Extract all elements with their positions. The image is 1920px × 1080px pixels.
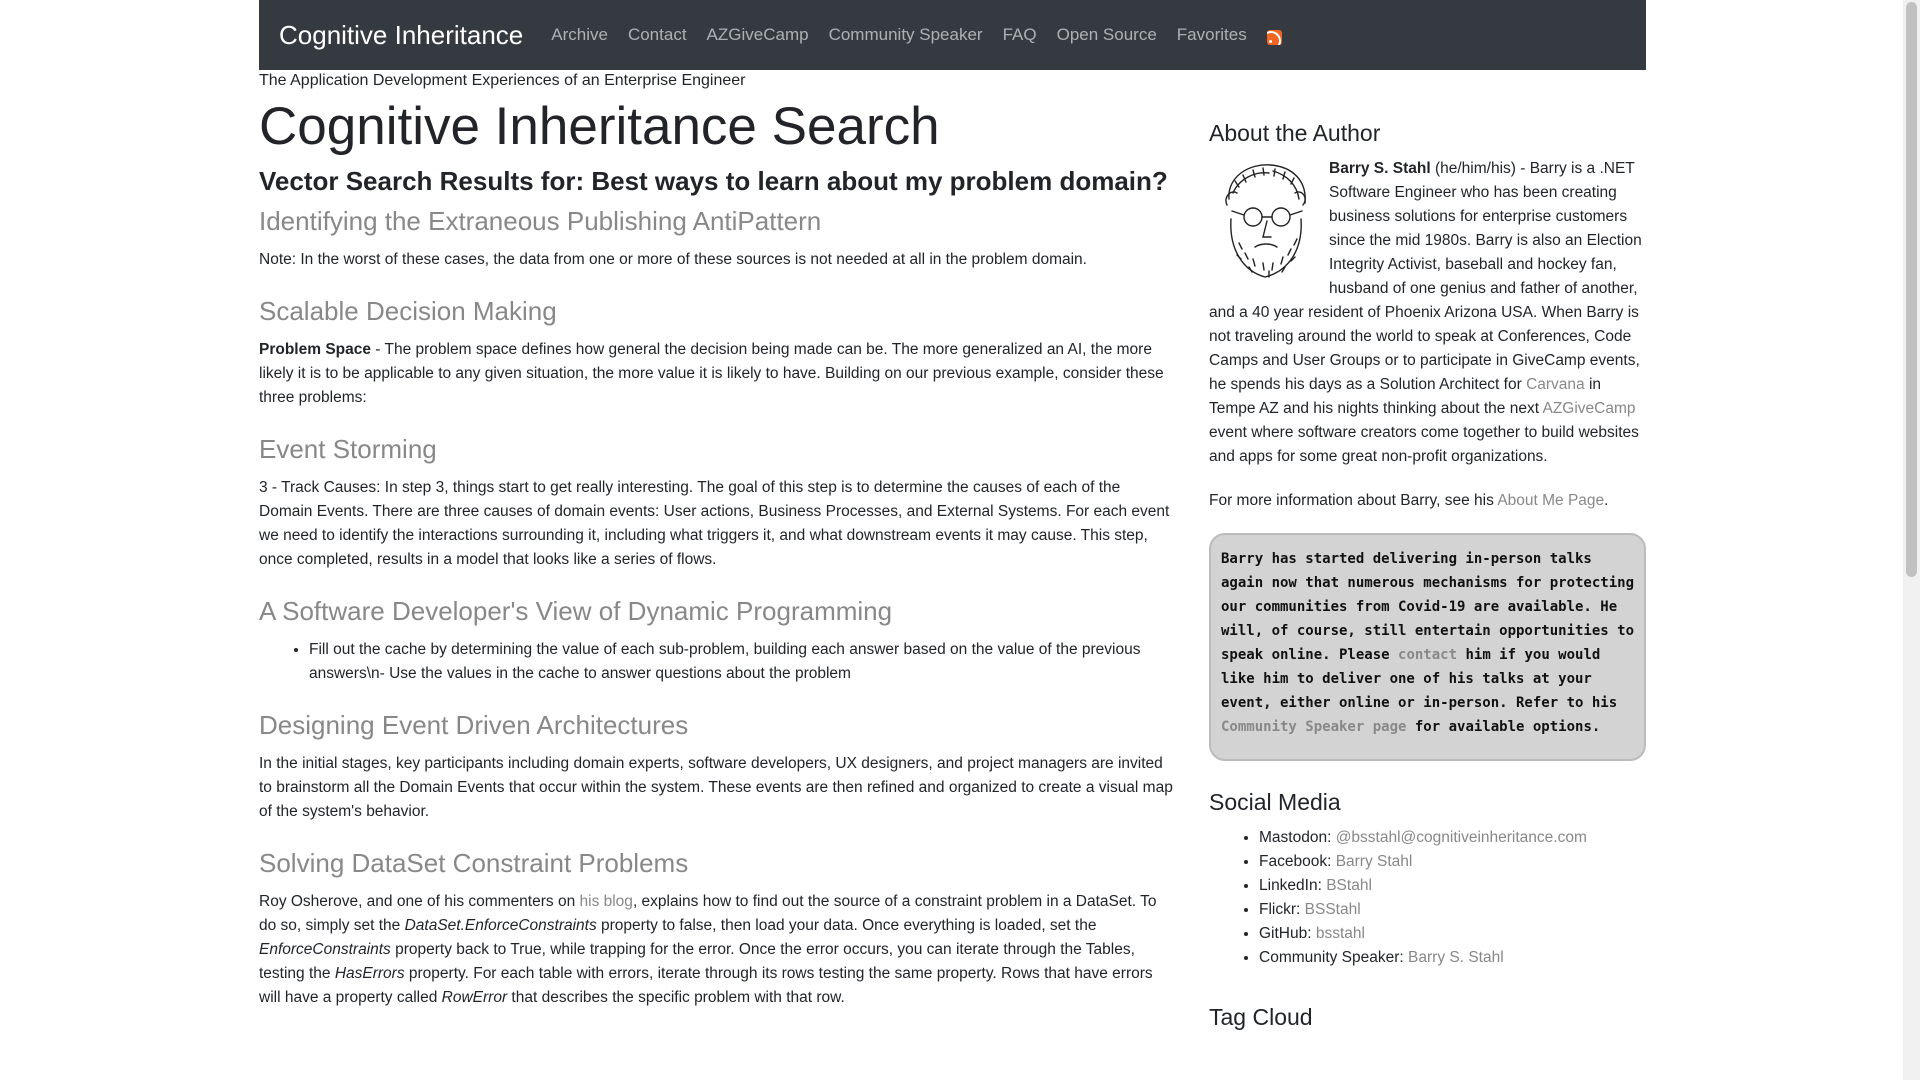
sidebar: About the Author Barry S. Stahl (he/him/… xyxy=(1209,118,1646,1041)
result-excerpt: 3 - Track Causes: In step 3, things star… xyxy=(259,479,1170,568)
result-excerpt: In the initial stages, key participants … xyxy=(259,755,1173,820)
page-title: Cognitive Inheritance Search xyxy=(259,97,940,156)
result-title-link[interactable]: Scalable Decision Making xyxy=(259,296,557,326)
site-tagline: The Application Development Experiences … xyxy=(259,72,746,89)
author-avatar xyxy=(1225,164,1306,278)
author-bio: Barry S. Stahl (he/him/his) - Barry is a… xyxy=(1209,160,1642,465)
about-heading: About the Author xyxy=(1209,120,1381,146)
result-title-link[interactable]: Identifying the Extraneous Publishing An… xyxy=(259,206,821,236)
search-result: Event Storming 3 - Track Causes: In step… xyxy=(259,432,1174,572)
search-result: Designing Event Driven Architectures In … xyxy=(259,708,1174,824)
result-excerpt: Note: In the worst of these cases, the d… xyxy=(259,251,1087,268)
social-community-speaker: Community Speaker: Barry S. Stahl xyxy=(1259,946,1646,970)
site-brand-link[interactable]: Cognitive Inheritance xyxy=(279,20,523,51)
nav-contact[interactable]: Contact xyxy=(628,25,687,45)
mastodon-link[interactable]: @bsstahl@cognitiveinheritance.com xyxy=(1336,829,1587,846)
flickr-link[interactable]: BSStahl xyxy=(1305,901,1361,918)
nav-faq[interactable]: FAQ xyxy=(1003,25,1037,45)
nav-favorites[interactable]: Favorites xyxy=(1177,25,1247,45)
social-heading: Social Media xyxy=(1209,789,1341,815)
search-result: Identifying the Extraneous Publishing An… xyxy=(259,204,1174,272)
about-more-text: For more information about Barry, see hi… xyxy=(1209,492,1609,509)
nav-open-source[interactable]: Open Source xyxy=(1057,25,1157,45)
result-title-link[interactable]: Solving DataSet Constraint Problems xyxy=(259,848,688,878)
result-excerpt: Problem Space - The problem space define… xyxy=(259,341,1164,406)
github-link[interactable]: bsstahl xyxy=(1316,925,1365,942)
nav-azgivecamp[interactable]: AZGiveCamp xyxy=(707,25,809,45)
result-title-link[interactable]: Event Storming xyxy=(259,434,437,464)
search-result: A Software Developer's View of Dynamic P… xyxy=(259,594,1174,686)
search-result: Scalable Decision Making Problem Space -… xyxy=(259,294,1174,410)
social-media-section: Social Media Mastodon: @bsstahl@cognitiv… xyxy=(1209,787,1646,970)
social-flickr: Flickr: BSStahl xyxy=(1259,898,1646,922)
tag-cloud-heading: Tag Cloud xyxy=(1209,1004,1313,1030)
page-container: Cognitive Inheritance Archive Contact AZ… xyxy=(259,0,1646,1030)
community-speaker-link[interactable]: Community Speaker page xyxy=(1221,719,1406,735)
nav-community-speaker[interactable]: Community Speaker xyxy=(829,25,983,45)
rss-icon[interactable] xyxy=(1266,29,1282,45)
result-title-link[interactable]: Designing Event Driven Architectures xyxy=(259,710,688,740)
main-content: Cognitive Inheritance Search Vector Sear… xyxy=(259,96,1174,1032)
scrollbar-thumb[interactable] xyxy=(1906,2,1917,577)
about-me-link[interactable]: About Me Page xyxy=(1497,492,1604,509)
result-excerpt-list: Fill out the cache by determining the va… xyxy=(309,638,1174,686)
list-item: Fill out the cache by determining the va… xyxy=(309,638,1174,686)
speaking-callout: Barry has started delivering in-person t… xyxy=(1209,533,1646,761)
facebook-link[interactable]: Barry Stahl xyxy=(1336,853,1413,870)
social-mastodon: Mastodon: @bsstahl@cognitiveinheritance.… xyxy=(1259,826,1646,850)
author-name: Barry S. Stahl xyxy=(1329,160,1431,177)
community-speaker-profile-link[interactable]: Barry S. Stahl xyxy=(1408,949,1504,966)
carvana-link[interactable]: Carvana xyxy=(1526,376,1585,393)
tag-cloud-section: Tag Cloud xyxy=(1209,1002,1646,1032)
linkedin-link[interactable]: BStahl xyxy=(1326,877,1372,894)
social-list: Mastodon: @bsstahl@cognitiveinheritance.… xyxy=(1259,826,1646,970)
excerpt-bold: Problem Space xyxy=(259,341,371,358)
search-result: Solving DataSet Constraint Problems Roy … xyxy=(259,846,1174,1010)
top-navbar: Cognitive Inheritance Archive Contact AZ… xyxy=(259,0,1646,70)
result-excerpt: Roy Osherove, and one of his commenters … xyxy=(259,893,1157,1006)
social-github: GitHub: bsstahl xyxy=(1259,922,1646,946)
result-title-link[interactable]: A Software Developer's View of Dynamic P… xyxy=(259,596,892,626)
nav-archive[interactable]: Archive xyxy=(551,25,608,45)
contact-link[interactable]: contact xyxy=(1398,647,1457,663)
page-scrollbar[interactable] xyxy=(1903,0,1920,1080)
his-blog-link[interactable]: his blog xyxy=(580,893,633,910)
results-heading: Vector Search Results for: Best ways to … xyxy=(259,166,1168,196)
social-facebook: Facebook: Barry Stahl xyxy=(1259,850,1646,874)
social-linkedin: LinkedIn: BStahl xyxy=(1259,874,1646,898)
azgivecamp-link[interactable]: AZGiveCamp xyxy=(1542,400,1635,417)
